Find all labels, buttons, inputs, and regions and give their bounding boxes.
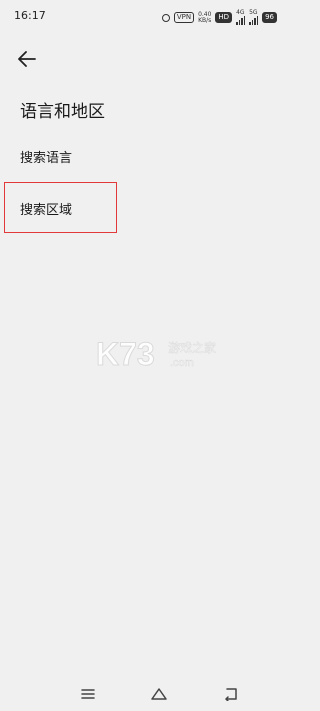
- nav-home-button[interactable]: [147, 684, 171, 704]
- highlight-box: [4, 182, 117, 233]
- signal-5g: 5G: [249, 10, 259, 25]
- nav-back-button[interactable]: [219, 684, 243, 704]
- page-title: 语言和地区: [20, 102, 105, 122]
- signal-5g-icon: [249, 16, 259, 25]
- watermark-logo: K73 游戏之家 .com: [96, 336, 217, 373]
- status-bar: 16:17 VPN 0.40 KB/s HD 4G 5G 96: [0, 0, 317, 34]
- status-icons: VPN 0.40 KB/s HD 4G 5G 96: [161, 10, 277, 25]
- back-button[interactable]: [14, 46, 40, 72]
- vpn-badge: VPN: [173, 12, 195, 23]
- menu-icon: [81, 689, 95, 699]
- search-language-item[interactable]: 搜索语言: [20, 147, 72, 166]
- alarm-icon: [161, 13, 170, 22]
- watermark-text: 游戏之家: [168, 340, 216, 355]
- hd-badge: HD: [215, 12, 233, 23]
- status-time: 16:17: [14, 9, 46, 22]
- arrow-left-icon: [18, 51, 36, 67]
- screen: 16:17 VPN 0.40 KB/s HD 4G 5G 96 语言和地区 搜索…: [0, 0, 317, 711]
- back-icon: [225, 688, 237, 701]
- home-icon: [151, 688, 167, 700]
- watermark-logo-text: K73: [96, 336, 155, 372]
- network-speed: 0.40 KB/s: [198, 11, 212, 24]
- watermark-domain: .com: [170, 357, 194, 369]
- nav-menu-button[interactable]: [76, 684, 100, 704]
- signal-4g: 4G: [236, 10, 246, 25]
- signal-4g-icon: [236, 16, 246, 25]
- watermark: K73 游戏之家 .com: [96, 335, 226, 375]
- battery-icon: 96: [262, 12, 277, 23]
- network-speed-unit: KB/s: [198, 16, 212, 24]
